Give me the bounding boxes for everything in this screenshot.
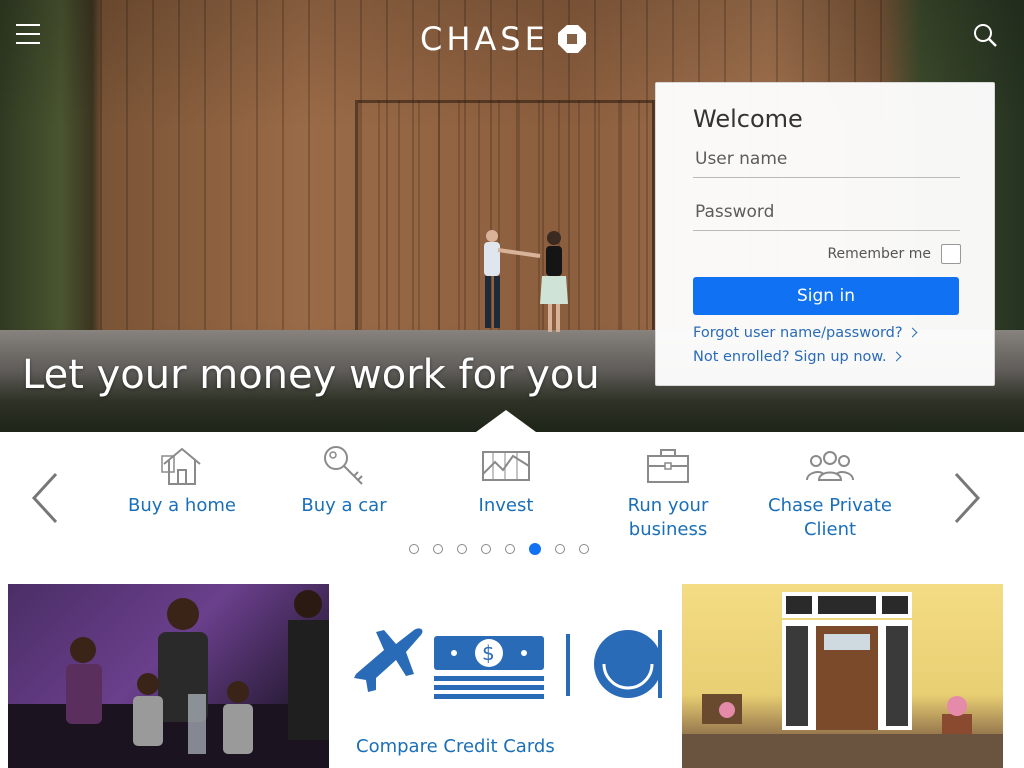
enroll-link[interactable]: Not enrolled? Sign up now. — [693, 349, 902, 365]
tile-label: Buy a car — [301, 495, 387, 516]
remember-me-row: Remember me — [816, 243, 961, 265]
forgot-link-label: Forgot user name/password? — [693, 325, 903, 341]
login-panel: Welcome Remember me Sign in Forgot user … — [655, 82, 995, 386]
product-carousel: Buy a home Buy a car Invest Run your bus… — [0, 432, 1024, 578]
promo-card-home[interactable] — [682, 584, 1003, 768]
hero-headline: Let your money work for you — [22, 352, 600, 398]
promo-card-credit-cards[interactable]: $ Compare Credit Cards — [336, 584, 676, 768]
carousel-items: Buy a home Buy a car Invest Run your bus… — [100, 442, 930, 552]
promo-card-event[interactable] — [8, 584, 329, 768]
chevron-right-icon — [907, 327, 918, 338]
carousel-pointer — [476, 410, 536, 432]
tile-label: Chase Private Client — [768, 495, 892, 540]
login-title: Welcome — [693, 105, 803, 133]
tile-label: Invest — [478, 495, 534, 516]
briefcase-icon — [647, 449, 689, 483]
carousel-dot[interactable] — [579, 544, 589, 554]
chase-logo[interactable]: CHASE — [420, 20, 587, 58]
people-icon — [806, 451, 854, 481]
svg-text:$: $ — [482, 641, 495, 665]
carousel-dot[interactable] — [529, 543, 541, 555]
carousel-dot[interactable] — [481, 544, 491, 554]
tile-label: Run your business — [627, 495, 709, 540]
event-photo — [8, 590, 329, 768]
search-icon[interactable] — [972, 22, 998, 48]
carousel-dot[interactable] — [433, 544, 443, 554]
chase-octagon-icon — [557, 25, 586, 53]
carousel-next-arrow-icon[interactable] — [950, 470, 984, 526]
tile-invest[interactable]: Invest — [426, 442, 586, 552]
chevron-right-icon — [891, 351, 902, 362]
carousel-pagination — [409, 543, 589, 555]
carousel-dot[interactable] — [457, 544, 467, 554]
remember-me-label: Remember me — [827, 246, 931, 262]
tile-buy-car[interactable]: Buy a car — [264, 442, 424, 552]
forgot-credentials-link[interactable]: Forgot user name/password? — [693, 325, 918, 341]
chart-icon — [482, 451, 530, 481]
house-icon — [161, 447, 201, 485]
tile-label: Buy a home — [128, 495, 236, 516]
hamburger-menu-icon[interactable] — [16, 24, 40, 46]
remember-me-checkbox[interactable] — [941, 244, 961, 264]
username-field[interactable] — [693, 141, 960, 178]
tile-run-business[interactable]: Run your business — [588, 442, 748, 552]
carousel-dot[interactable] — [409, 544, 419, 554]
car-key-icon — [324, 446, 363, 485]
sign-in-button[interactable]: Sign in — [693, 277, 959, 315]
enroll-link-label: Not enrolled? Sign up now. — [693, 349, 887, 365]
credit-card-icons: $ — [354, 628, 662, 699]
tile-buy-home[interactable]: Buy a home — [102, 442, 262, 552]
password-field[interactable] — [693, 194, 960, 231]
carousel-prev-arrow-icon[interactable] — [28, 470, 62, 526]
carousel-dot[interactable] — [505, 544, 515, 554]
house-porch-photo — [682, 592, 1003, 768]
logo-wordmark: CHASE — [420, 20, 549, 58]
compare-credit-cards-link[interactable]: Compare Credit Cards — [356, 736, 555, 757]
carousel-dot[interactable] — [555, 544, 565, 554]
tile-private-client[interactable]: Chase Private Client — [750, 442, 910, 552]
